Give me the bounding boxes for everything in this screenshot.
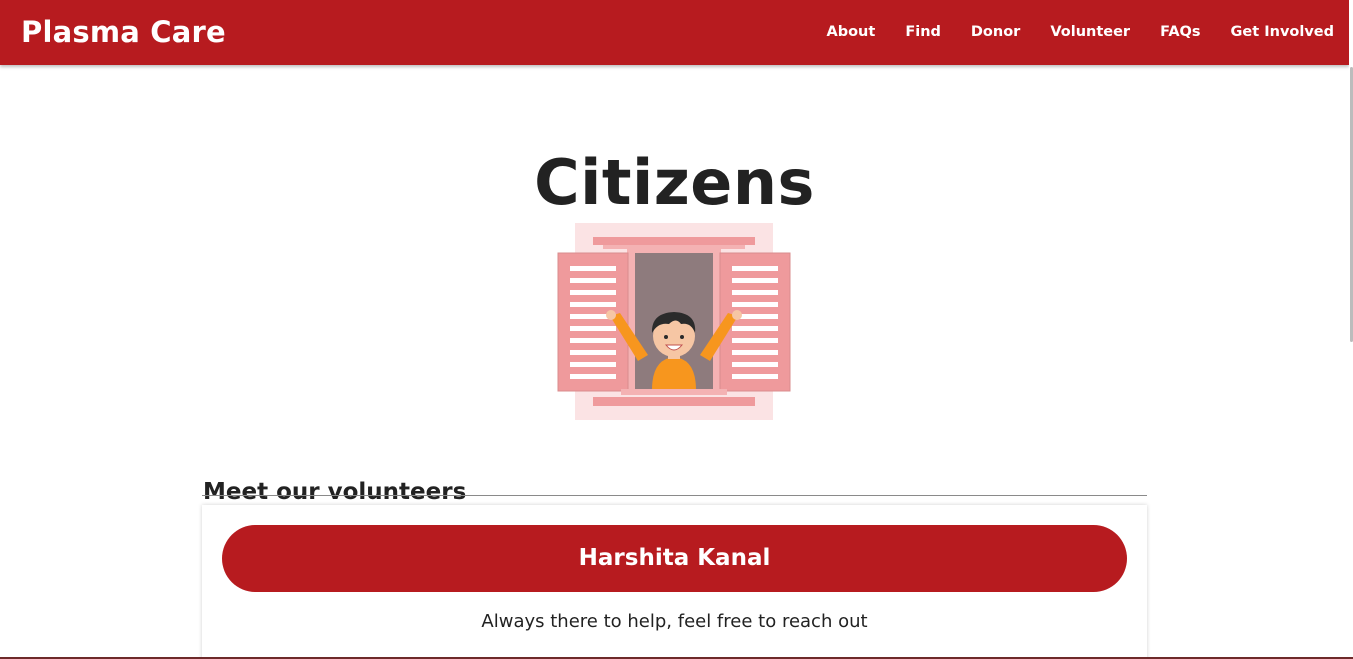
volunteer-card: Harshita Kanal Always there to help, fee…	[202, 505, 1147, 657]
page-title: Citizens	[534, 145, 815, 219]
top-navbar: Plasma Care About Find Donor Volunteer F…	[0, 0, 1349, 65]
volunteer-description: Always there to help, feel free to reach…	[481, 611, 868, 632]
section-heading: Meet our volunteers	[203, 479, 467, 506]
nav-link-find[interactable]: Find	[905, 22, 941, 42]
section-divider	[202, 495, 1147, 496]
nav-link-volunteer[interactable]: Volunteer	[1050, 22, 1130, 42]
nav-links: About Find Donor Volunteer FAQs Get Invo…	[826, 22, 1334, 42]
nav-link-faqs[interactable]: FAQs	[1160, 22, 1200, 42]
nav-link-about[interactable]: About	[826, 22, 875, 42]
page-scrollbar[interactable]	[1349, 0, 1353, 657]
nav-link-donor[interactable]: Donor	[971, 22, 1020, 42]
volunteer-name-button[interactable]: Harshita Kanal	[222, 525, 1127, 592]
nav-link-get-involved[interactable]: Get Involved	[1231, 22, 1334, 42]
person-waving-from-window-illustration	[557, 223, 791, 420]
brand-logo[interactable]: Plasma Care	[21, 14, 226, 50]
page: Plasma Care About Find Donor Volunteer F…	[0, 0, 1353, 659]
